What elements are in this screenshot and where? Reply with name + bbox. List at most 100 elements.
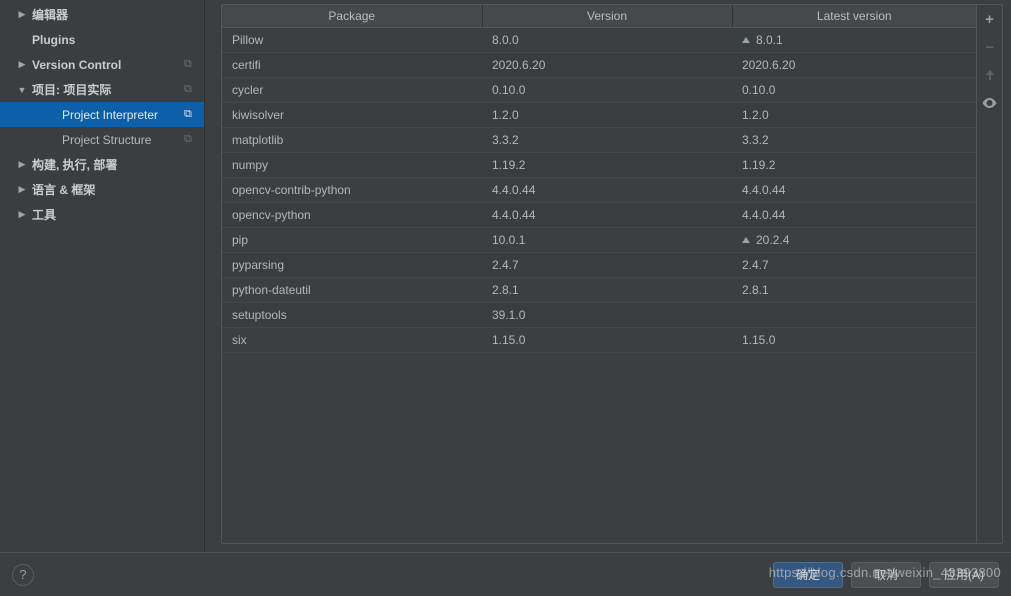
latest-version-text: 8.0.1 [756, 33, 783, 47]
cell-latest: 0.10.0 [732, 77, 976, 102]
table-row[interactable]: certifi2020.6.202020.6.20 [222, 52, 976, 77]
cell-version: 39.1.0 [482, 302, 732, 327]
sidebar-item-label: 语言 & 框架 [28, 181, 198, 198]
interpreter-panel: Package Version Latest version Pillow8.0… [205, 0, 1011, 552]
latest-version-text: 4.4.0.44 [742, 183, 785, 197]
latest-version-text: 1.15.0 [742, 333, 775, 347]
scope-icon: ⧉ [184, 83, 198, 96]
dialog-buttons-bar: ? 确定 取消 应用(A) [0, 552, 1011, 596]
show-early-releases-button[interactable] [982, 95, 998, 111]
cancel-button[interactable]: 取消 [851, 562, 921, 588]
cell-package: six [222, 327, 482, 352]
add-package-button[interactable]: + [982, 11, 998, 27]
update-available-icon [742, 37, 750, 43]
cell-latest: 20.2.4 [732, 227, 976, 252]
expand-arrow-icon: ▶ [16, 159, 28, 170]
sidebar-item[interactable]: ▶构建, 执行, 部署 [0, 152, 204, 177]
sidebar-item-label: Project Interpreter [58, 108, 184, 122]
latest-version-text: 1.19.2 [742, 158, 775, 172]
table-row[interactable]: setuptools39.1.0 [222, 302, 976, 327]
expand-arrow-icon: ▼ [16, 85, 28, 95]
cell-latest: 2.8.1 [732, 277, 976, 302]
cell-latest: 1.2.0 [732, 102, 976, 127]
col-package[interactable]: Package [222, 5, 482, 27]
help-button[interactable]: ? [12, 564, 34, 586]
cell-version: 3.3.2 [482, 127, 732, 152]
sidebar-item-label: 编辑器 [28, 6, 198, 23]
latest-version-text: 4.4.0.44 [742, 208, 785, 222]
packages-table[interactable]: Package Version Latest version Pillow8.0… [222, 5, 976, 353]
table-row[interactable]: kiwisolver1.2.01.2.0 [222, 102, 976, 127]
cell-package: certifi [222, 52, 482, 77]
cell-latest: 4.4.0.44 [732, 202, 976, 227]
sidebar-item-label: Project Structure [58, 133, 184, 147]
col-latest[interactable]: Latest version [732, 5, 976, 27]
cell-package: pyparsing [222, 252, 482, 277]
remove-package-button: − [982, 39, 998, 55]
table-row[interactable]: cycler0.10.00.10.0 [222, 77, 976, 102]
col-version[interactable]: Version [482, 5, 732, 27]
expand-arrow-icon: ▶ [16, 59, 28, 70]
sidebar-item-label: 项目: 项目实际 [28, 81, 184, 98]
cell-latest: 1.19.2 [732, 152, 976, 177]
cell-version: 2.4.7 [482, 252, 732, 277]
cell-latest: 2.4.7 [732, 252, 976, 277]
table-row[interactable]: opencv-python4.4.0.444.4.0.44 [222, 202, 976, 227]
ok-button[interactable]: 确定 [773, 562, 843, 588]
scope-icon: ⧉ [184, 108, 198, 121]
table-row[interactable]: six1.15.01.15.0 [222, 327, 976, 352]
sidebar-item[interactable]: Project Structure⧉ [0, 127, 204, 152]
cell-version: 2020.6.20 [482, 52, 732, 77]
table-row[interactable]: matplotlib3.3.23.3.2 [222, 127, 976, 152]
latest-version-text: 2020.6.20 [742, 58, 795, 72]
latest-version-text: 2.4.7 [742, 258, 769, 272]
latest-version-text: 2.8.1 [742, 283, 769, 297]
cell-latest: 2020.6.20 [732, 52, 976, 77]
cell-version: 1.15.0 [482, 327, 732, 352]
cell-version: 1.2.0 [482, 102, 732, 127]
cell-package: setuptools [222, 302, 482, 327]
table-row[interactable]: numpy1.19.21.19.2 [222, 152, 976, 177]
cell-version: 0.10.0 [482, 77, 732, 102]
package-tools: + − [976, 5, 1002, 543]
expand-arrow-icon: ▶ [16, 209, 28, 220]
sidebar-item[interactable]: ▶Version Control⧉ [0, 52, 204, 77]
sidebar-item-label: 工具 [28, 206, 198, 223]
sidebar-item[interactable]: ▶编辑器 [0, 2, 204, 27]
scope-icon: ⧉ [184, 133, 198, 146]
latest-version-text: 1.2.0 [742, 108, 769, 122]
table-row[interactable]: pip10.0.1 20.2.4 [222, 227, 976, 252]
update-available-icon [742, 237, 750, 243]
cell-version: 4.4.0.44 [482, 202, 732, 227]
cell-version: 1.19.2 [482, 152, 732, 177]
apply-button[interactable]: 应用(A) [929, 562, 999, 588]
sidebar-item[interactable]: Project Interpreter⧉ [0, 102, 204, 127]
table-row[interactable]: pyparsing2.4.72.4.7 [222, 252, 976, 277]
expand-arrow-icon: ▶ [16, 9, 28, 20]
sidebar-item[interactable]: ▶工具 [0, 202, 204, 227]
cell-latest: 4.4.0.44 [732, 177, 976, 202]
cell-version: 2.8.1 [482, 277, 732, 302]
sidebar-item[interactable]: ▼项目: 项目实际⧉ [0, 77, 204, 102]
table-row[interactable]: python-dateutil2.8.12.8.1 [222, 277, 976, 302]
cell-package: matplotlib [222, 127, 482, 152]
cell-package: python-dateutil [222, 277, 482, 302]
sidebar-item-label: Plugins [28, 33, 198, 47]
table-row[interactable]: opencv-contrib-python4.4.0.444.4.0.44 [222, 177, 976, 202]
scope-icon: ⧉ [184, 58, 198, 71]
cell-version: 4.4.0.44 [482, 177, 732, 202]
cell-package: numpy [222, 152, 482, 177]
settings-sidebar: ▶编辑器Plugins▶Version Control⧉▼项目: 项目实际⧉Pr… [0, 0, 205, 552]
cell-package: pip [222, 227, 482, 252]
sidebar-item[interactable]: Plugins [0, 27, 204, 52]
cell-package: Pillow [222, 27, 482, 52]
sidebar-item-label: Version Control [28, 58, 184, 72]
cell-latest: 8.0.1 [732, 27, 976, 52]
cell-version: 8.0.0 [482, 27, 732, 52]
sidebar-item[interactable]: ▶语言 & 框架 [0, 177, 204, 202]
cell-package: opencv-contrib-python [222, 177, 482, 202]
cell-latest: 1.15.0 [732, 327, 976, 352]
cell-version: 10.0.1 [482, 227, 732, 252]
latest-version-text: 20.2.4 [756, 233, 789, 247]
table-row[interactable]: Pillow8.0.0 8.0.1 [222, 27, 976, 52]
